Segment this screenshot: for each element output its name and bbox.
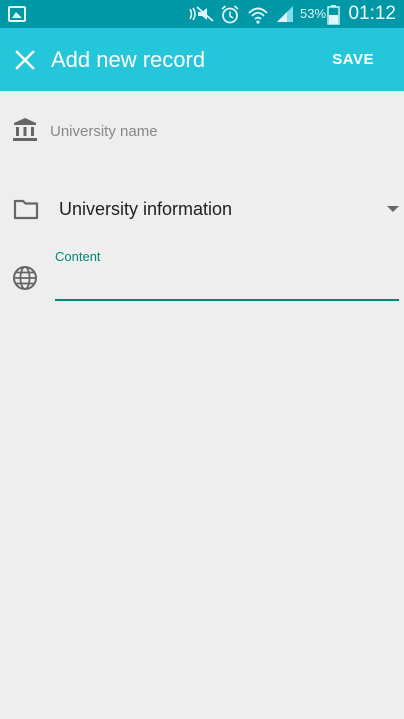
save-button[interactable]: SAVE — [332, 51, 374, 68]
signal-icon — [277, 6, 293, 22]
mute-icon — [189, 6, 214, 22]
folder-icon — [13, 199, 39, 220]
university-name-input[interactable] — [50, 116, 390, 146]
category-dropdown[interactable]: University information — [59, 193, 401, 225]
content-field-label: Content — [55, 249, 101, 264]
battery-percent: 53% — [300, 6, 327, 21]
category-selected-value: University information — [59, 199, 233, 219]
battery-icon — [327, 5, 340, 25]
close-icon[interactable] — [12, 47, 38, 73]
wifi-icon — [248, 7, 268, 24]
app-bar: Add new record SAVE — [0, 28, 404, 91]
alarm-icon — [221, 5, 239, 24]
status-bar: 53% 01:12 — [0, 0, 404, 28]
content-input-underline — [55, 299, 399, 301]
page-title: Add new record — [51, 47, 206, 72]
bank-icon — [13, 118, 37, 141]
dropdown-arrow-icon — [387, 206, 399, 212]
content-input[interactable] — [55, 270, 399, 300]
status-time: 01:12 — [348, 3, 396, 24]
gallery-icon — [8, 6, 26, 22]
globe-icon — [13, 266, 37, 290]
